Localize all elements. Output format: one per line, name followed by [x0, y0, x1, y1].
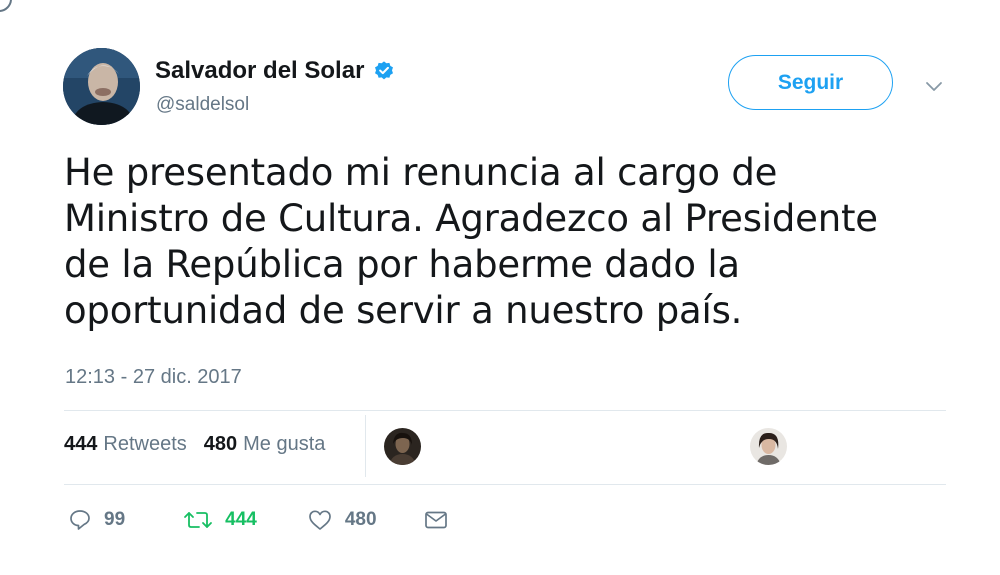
tweet-line: He presentado mi renuncia al cargo de: [64, 151, 778, 194]
tweet-line: oportunidad de servir a nuestro país.: [64, 289, 743, 332]
chevron-down-icon[interactable]: [922, 76, 946, 98]
direct-message-button[interactable]: [423, 509, 449, 531]
likes-stat-count: 480: [203, 433, 238, 455]
retweet-button[interactable]: 444: [183, 508, 257, 532]
stats-separator: [365, 415, 366, 477]
retweets-stat-label: Retweets: [103, 433, 187, 455]
retweet-count: 444: [225, 509, 257, 530]
user-handle[interactable]: @saldelsol: [156, 94, 249, 116]
avatar[interactable]: [63, 48, 140, 125]
display-name[interactable]: Salvador del Solar: [155, 57, 364, 85]
verified-badge-icon: [375, 61, 394, 80]
heart-icon: [308, 510, 331, 530]
liker-avatar[interactable]: [750, 428, 787, 465]
retweets-stat-count: 444: [64, 433, 98, 455]
direct-message-icon: [424, 511, 447, 529]
tweet-actions: 99 444 480: [68, 508, 449, 532]
divider-top: [64, 410, 946, 411]
retweets-stat[interactable]: 444 Retweets: [64, 433, 187, 456]
tweet-timestamp[interactable]: 12:13 - 27 dic. 2017: [65, 366, 242, 389]
reply-button[interactable]: 99: [68, 508, 125, 532]
liker-avatar[interactable]: [384, 428, 421, 465]
tweet-line: Ministro de Cultura. Agradezco al Presid…: [64, 197, 878, 240]
like-count: 480: [344, 509, 377, 530]
tweet-line: de la República por haberme dado la: [64, 243, 740, 286]
reply-count: 99: [104, 509, 126, 530]
like-button[interactable]: 480: [307, 508, 377, 532]
divider-bottom: [64, 484, 946, 485]
corner-decoration: [0, 0, 12, 12]
likes-stat[interactable]: 480 Me gusta: [204, 433, 326, 456]
name-row: Salvador del Solar: [155, 57, 395, 85]
reply-icon: [70, 510, 90, 530]
tweet-stats: 444 Retweets 480 Me gusta: [64, 433, 342, 456]
follow-button[interactable]: Seguir: [728, 55, 893, 110]
retweet-icon: [184, 512, 213, 528]
likes-stat-label: Me gusta: [243, 433, 326, 455]
tweet-text: He presentado mi renuncia al cargo de Mi…: [64, 150, 944, 334]
